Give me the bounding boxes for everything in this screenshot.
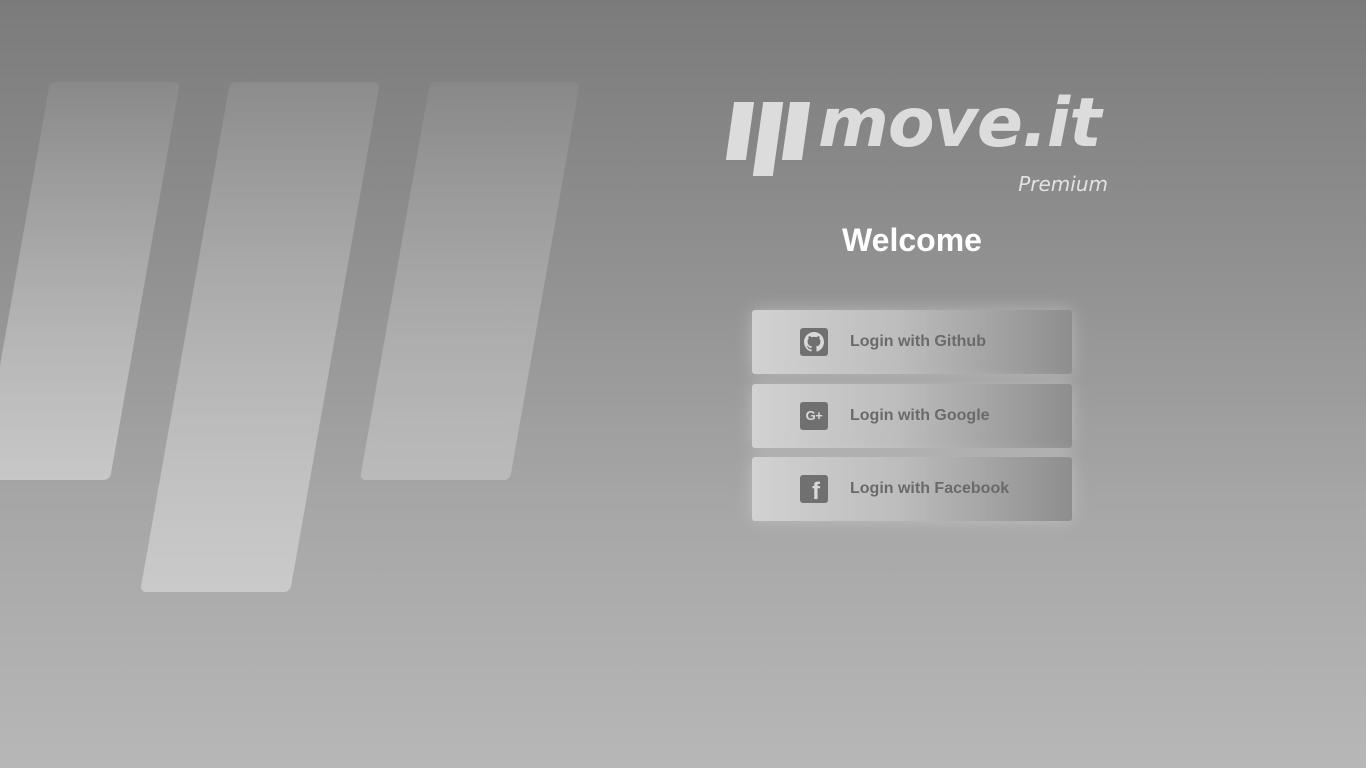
github-icon	[800, 328, 828, 356]
login-google-label: Login with Google	[850, 406, 990, 424]
logo-bar	[725, 102, 755, 160]
logo-bars-icon	[724, 102, 811, 176]
decorative-stripe-right	[359, 82, 580, 480]
decorative-stripe-left	[0, 82, 180, 480]
facebook-icon: f	[800, 475, 828, 504]
login-facebook-button[interactable]: f Login with Facebook	[752, 457, 1072, 521]
logo-bar	[781, 102, 811, 160]
login-facebook-label: Login with Facebook	[850, 480, 1010, 497]
logo-bar	[752, 102, 784, 176]
brand-tier: Premium	[1018, 172, 1108, 196]
login-github-button[interactable]: Login with Github	[752, 310, 1072, 374]
login-github-label: Login with Github	[850, 333, 986, 350]
brand-name: move.it	[818, 84, 1102, 163]
login-google-button[interactable]: G+ Login with Google	[752, 383, 1072, 448]
decorative-stripe-center	[140, 82, 380, 592]
login-options: Login with Github G+ Login with Google f…	[752, 310, 1072, 521]
google-plus-icon: G+	[800, 401, 828, 430]
brand-logo: move.it Premium	[720, 84, 1120, 202]
welcome-title: Welcome	[842, 222, 982, 258]
